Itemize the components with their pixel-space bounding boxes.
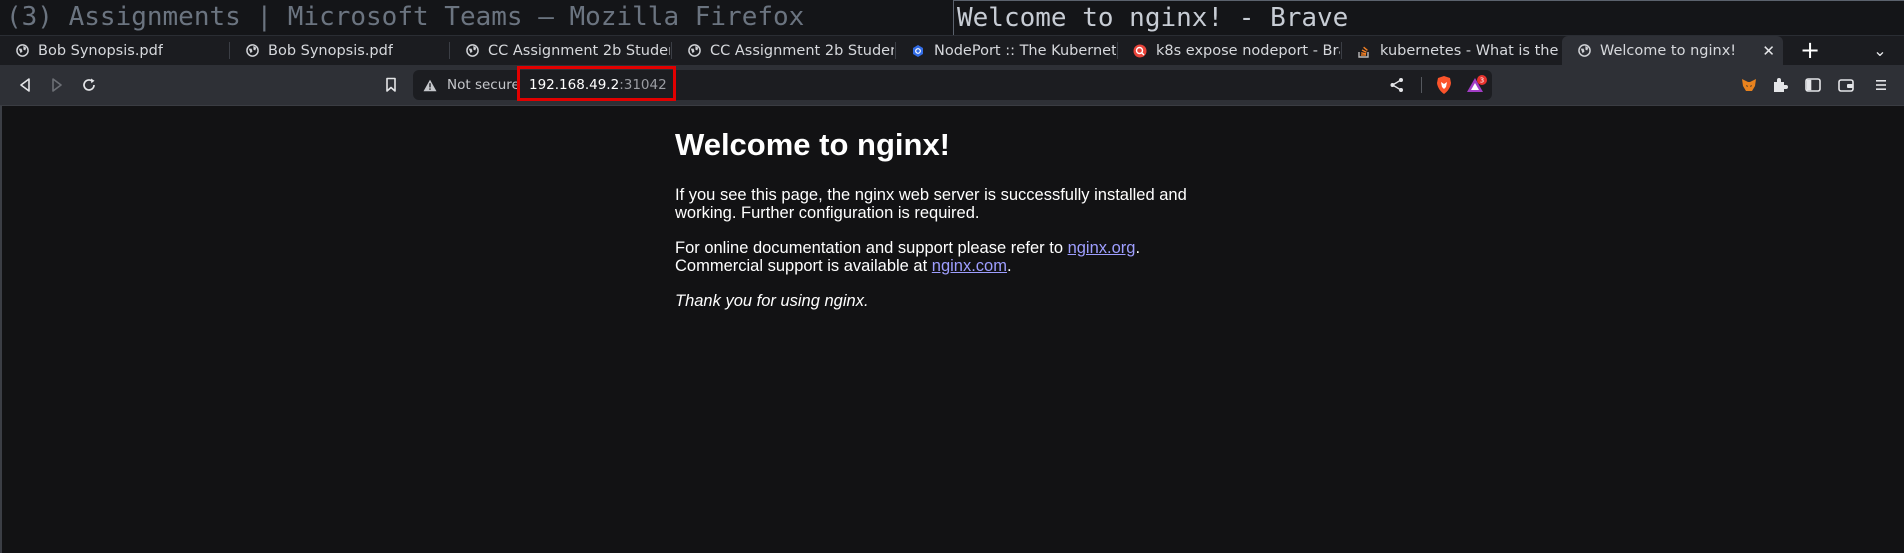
firefox-window-title[interactable]: (3) Assignments | Microsoft Teams — Mozi… (6, 0, 946, 35)
security-indicator[interactable]: Not secure (423, 70, 520, 100)
tab-welcome-nginx[interactable]: Welcome to nginx! ✕ (1562, 36, 1783, 65)
thank-you-paragraph: Thank you for using nginx. (675, 292, 1195, 310)
support-paragraph: For online documentation and support ple… (675, 239, 1195, 275)
tab-search-menu-icon[interactable]: ⌄ (1868, 36, 1892, 65)
tab-label: k8s expose nodeport - Brave (1156, 42, 1340, 59)
brave-window-title[interactable]: Welcome to nginx! - Brave (953, 0, 1904, 35)
tab-label: kubernetes - What is the use (1380, 42, 1562, 59)
nginx-welcome-page: Welcome to nginx! If you see this page, … (675, 126, 1195, 327)
forward-arrow-icon (52, 78, 62, 92)
bookmark-icon (386, 77, 396, 92)
intro-paragraph: If you see this page, the nginx web serv… (675, 186, 1187, 222)
globe-icon (465, 44, 479, 58)
share-icon[interactable] (1388, 76, 1406, 94)
kubernetes-icon (911, 44, 925, 58)
tab-label: Welcome to nginx! (1600, 42, 1737, 59)
menu-hamburger-icon[interactable] (1872, 76, 1890, 94)
nginx-com-link[interactable]: nginx.com (932, 257, 1007, 275)
tab-label: Bob Synopsis.pdf (38, 42, 163, 59)
tab-kubernetes-stackoverflow[interactable]: kubernetes - What is the use (1342, 36, 1562, 65)
wallet-icon[interactable] (1837, 76, 1855, 94)
address-bar-divider (1421, 77, 1422, 93)
new-tab-button[interactable]: + (1797, 36, 1823, 65)
window-manager-bar: (3) Assignments | Microsoft Teams — Mozi… (0, 0, 1904, 36)
stackoverflow-icon (1357, 44, 1371, 58)
reload-button[interactable] (78, 74, 100, 96)
metamask-fox-icon[interactable] (1740, 76, 1758, 94)
forward-button[interactable] (46, 74, 68, 96)
browser-toolbar: Not secure 192.168.49.2:31042 3 (0, 65, 1904, 106)
tab-cc-assignment-2[interactable]: CC Assignment 2b Students (672, 36, 894, 65)
tab-cc-assignment-1[interactable]: CC Assignment 2b Students (450, 36, 670, 65)
page-viewport: Welcome to nginx! If you see this page, … (0, 106, 1904, 553)
brave-rewards-icon[interactable]: 3 (1466, 75, 1488, 95)
warning-icon (423, 79, 437, 92)
tab-label: Bob Synopsis.pdf (268, 42, 393, 59)
back-button[interactable] (14, 74, 36, 96)
support-text-end: . (1135, 239, 1141, 257)
tab-label: CC Assignment 2b Students (710, 42, 894, 59)
tab-label: CC Assignment 2b Students (488, 42, 670, 59)
globe-icon (1577, 44, 1591, 58)
back-arrow-icon (20, 78, 30, 92)
url-highlight-box (517, 66, 676, 101)
brave-shields-icon[interactable] (1434, 75, 1454, 95)
sidebar-toggle-icon[interactable] (1804, 76, 1822, 94)
thank-you-text: Thank you for using nginx. (675, 292, 869, 310)
tab-strip: Bob Synopsis.pdf Bob Synopsis.pdf CC Ass… (0, 36, 1904, 65)
commercial-text: Commercial support is available at (675, 257, 932, 275)
page-heading: Welcome to nginx! (675, 127, 951, 162)
rewards-badge-count: 3 (1480, 77, 1484, 85)
globe-icon (245, 44, 259, 58)
tab-nodeport-kubernetes[interactable]: NodePort :: The Kubernetes (896, 36, 1116, 65)
tab-bob-synopsis-2[interactable]: Bob Synopsis.pdf (230, 36, 448, 65)
extensions-puzzle-icon[interactable] (1771, 76, 1789, 94)
close-tab-icon[interactable]: ✕ (1762, 42, 1775, 60)
tab-bob-synopsis-1[interactable]: Bob Synopsis.pdf (0, 36, 228, 65)
globe-icon (15, 44, 29, 58)
reload-icon (83, 78, 95, 91)
not-secure-label: Not secure (447, 77, 520, 93)
brave-search-icon (1133, 44, 1147, 58)
tab-label: NodePort :: The Kubernetes (934, 42, 1116, 59)
globe-icon (687, 44, 701, 58)
bookmark-button[interactable] (380, 74, 402, 96)
tab-k8s-expose-nodeport[interactable]: k8s expose nodeport - Brave (1118, 36, 1340, 65)
commercial-text-end: . (1006, 257, 1012, 275)
support-text: For online documentation and support ple… (675, 239, 1068, 257)
nginx-org-link[interactable]: nginx.org (1068, 239, 1136, 257)
address-bar[interactable]: Not secure 192.168.49.2:31042 3 (413, 66, 1492, 101)
